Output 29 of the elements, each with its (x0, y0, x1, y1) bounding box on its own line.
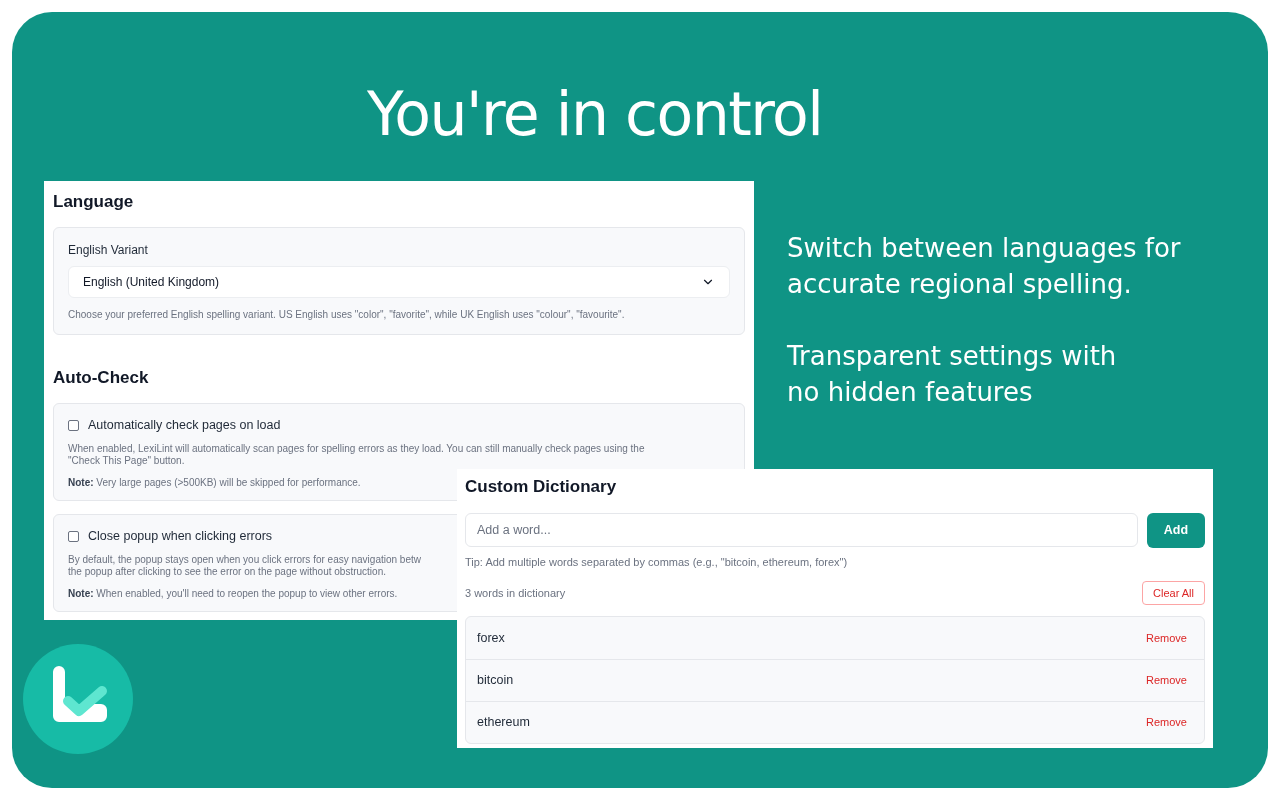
option-label: Close popup when clicking errors (88, 527, 273, 545)
checkbox[interactable] (68, 419, 79, 431)
language-select[interactable]: English (United Kingdom) (68, 265, 730, 298)
remove-link[interactable]: Remove (1146, 629, 1187, 647)
section-heading: Language (53, 191, 135, 213)
note-text: Note: Very large pages (>500KB) will be skipped for performance. (68, 475, 361, 490)
headline: You're in control (367, 84, 823, 144)
checkbox[interactable] (68, 530, 79, 542)
option-description: By default, the popup stays open when you click errors for easy navigation betw the popup after clicking to see the error on the page without obstruction. (68, 553, 421, 578)
tagline: Switch between languages for accurate regional spelling. (787, 232, 1182, 301)
word-input-field[interactable]: Add a word... (465, 512, 1138, 547)
add-button[interactable]: Add (1147, 512, 1205, 548)
remove-link[interactable]: Remove (1146, 672, 1187, 689)
remove-link[interactable]: Remove (1146, 714, 1187, 731)
dictionary-word: ethereum (477, 714, 530, 732)
tagline: Transparent settings with no hidden features (787, 340, 1118, 409)
field-label: English Variant (68, 241, 149, 259)
note-text: Note: When enabled, you'll need to reopen the popup to view other errors. (68, 586, 398, 601)
tip-text: Tip: Add multiple words separated by commas (e.g., "bitcoin, ethereum, forex") (465, 554, 849, 570)
option-label: Automatically check pages on load (88, 417, 281, 434)
section-heading: Auto-Check (53, 366, 150, 389)
dictionary-word: forex (477, 629, 505, 647)
clear-all-button[interactable]: Clear All (1142, 581, 1205, 605)
word-count: 3 words in dictionary (465, 585, 566, 601)
logo-icon (23, 644, 133, 754)
dictionary-word: bitcoin (477, 672, 514, 690)
help-text: Choose your preferred English spelling variant. US English uses "color", "favorite", while UK English uses "colour", "favourite". (68, 307, 626, 322)
section-heading: Custom Dictionary (465, 476, 618, 498)
option-description: When enabled, LexiLint will automatically scan pages for spelling errors as they load. You can still manually check pages using the "Check This Page" button. (68, 442, 645, 467)
